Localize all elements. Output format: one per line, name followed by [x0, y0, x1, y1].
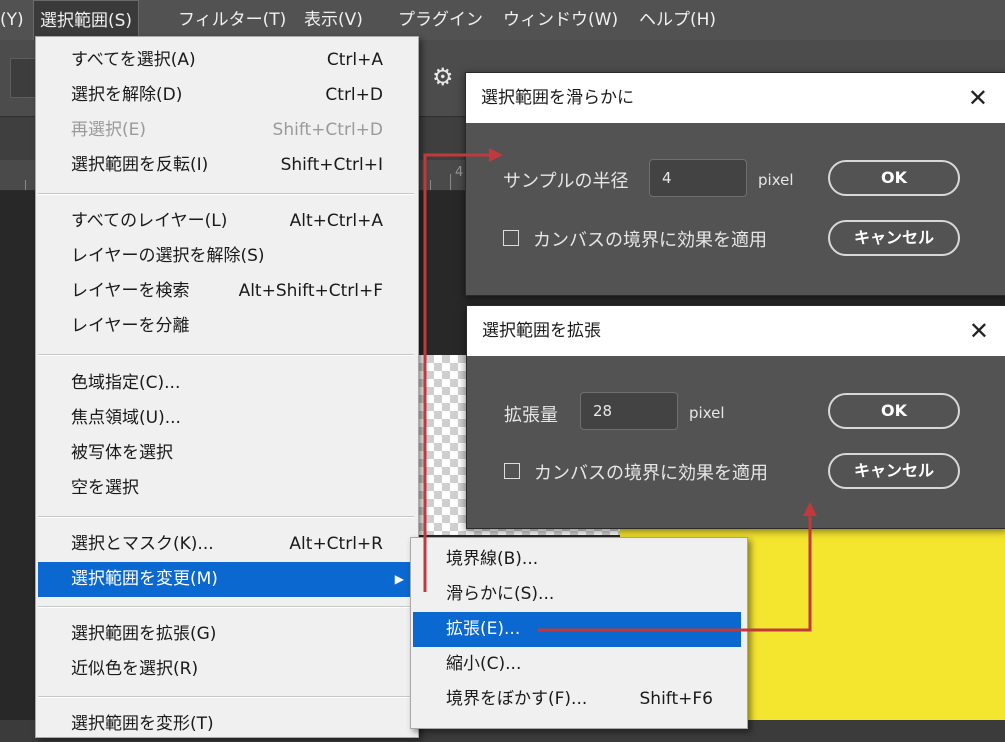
- menu-item-isolate-layers[interactable]: レイヤーを分離: [36, 309, 416, 344]
- menu-filter[interactable]: フィルター(T): [172, 0, 292, 40]
- menu-item-label: 選択範囲を拡張(G): [71, 624, 217, 644]
- menu-item-deselect-layers[interactable]: レイヤーの選択を解除(S): [36, 239, 416, 274]
- menu-item-find-layers[interactable]: レイヤーを検索 Alt+Shift+Ctrl+F: [36, 274, 416, 309]
- menu-select[interactable]: 選択範囲(S): [33, 0, 140, 40]
- menu-separator: [38, 516, 414, 518]
- menu-item-label: すべてを選択(A): [71, 50, 196, 70]
- menu-item-label: 境界をぼかす(F)...: [446, 689, 588, 709]
- menu-item-similar[interactable]: 近似色を選択(R): [36, 652, 416, 687]
- menu-item-label: レイヤーの選択を解除(S): [71, 246, 265, 266]
- menu-item-deselect[interactable]: 選択を解除(D) Ctrl+D: [36, 78, 416, 113]
- menu-item-label: 選択とマスク(K)...: [71, 534, 214, 554]
- select-menu: すべてを選択(A) Ctrl+A 選択を解除(D) Ctrl+D 再選択(E) Shi…: [35, 36, 419, 738]
- menu-item-shortcut: Ctrl+A: [326, 50, 383, 70]
- menu-item-select-sky[interactable]: 空を選択: [36, 471, 416, 506]
- ruler-label: 4: [455, 165, 464, 180]
- ok-button[interactable]: OK: [828, 393, 960, 429]
- menu-item-label: 色域指定(C)...: [71, 373, 181, 393]
- expand-amount-label: 拡張量: [504, 405, 558, 426]
- menu-item-transform-selection[interactable]: 選択範囲を変形(T): [36, 707, 416, 742]
- close-icon[interactable]: ✕: [968, 73, 988, 123]
- ok-button[interactable]: OK: [828, 160, 960, 196]
- menu-item-shortcut: Shift+Ctrl+I: [280, 155, 383, 175]
- menu-item-shortcut: Alt+Ctrl+A: [289, 211, 383, 231]
- dialog-titlebar: 選択範囲を拡張 ✕: [467, 306, 1005, 356]
- menu-bar: (Y) 選択範囲(S) フィルター(T) 表示(V) プラグイン ウィンドウ(W…: [0, 0, 1005, 40]
- apply-canvas-bounds-label: カンバスの境界に効果を適用: [534, 463, 768, 484]
- submenu-arrow-icon: ▶: [394, 572, 404, 586]
- menu-item-select-subject[interactable]: 被写体を選択: [36, 436, 416, 471]
- modify-submenu: 境界線(B)... 滑らかに(S)... 拡張(E)... 縮小(C)... 境…: [410, 537, 748, 729]
- menu-separator: [38, 606, 414, 608]
- submenu-item-smooth[interactable]: 滑らかに(S)...: [411, 577, 745, 612]
- expand-selection-dialog: 選択範囲を拡張 ✕ 拡張量 pixel OK カンバスの境界に効果を適用 キャン…: [466, 305, 1005, 529]
- unit-label: pixel: [689, 404, 725, 422]
- gear-icon[interactable]: ⚙: [432, 65, 454, 89]
- menu-item-label: 再選択(E): [71, 120, 147, 140]
- menu-item-grow[interactable]: 選択範囲を拡張(G): [36, 617, 416, 652]
- menu-plugins[interactable]: プラグイン: [392, 0, 489, 40]
- menu-item-reselect: 再選択(E) Shift+Ctrl+D: [36, 113, 416, 148]
- menu-help[interactable]: ヘルプ(H): [633, 0, 722, 40]
- menu-item-label: すべてのレイヤー(L): [71, 211, 228, 231]
- menu-item-label: 拡張(E)...: [446, 619, 521, 639]
- dialog-title: 選択範囲を滑らかに: [481, 88, 634, 108]
- menu-item-label: 滑らかに(S)...: [446, 584, 555, 604]
- menu-item-shortcut: Shift+F6: [639, 689, 713, 709]
- menu-item-select-all[interactable]: すべてを選択(A) Ctrl+A: [36, 43, 416, 78]
- submenu-item-expand[interactable]: 拡張(E)...: [413, 612, 741, 647]
- menu-item-label: 選択を解除(D): [71, 85, 183, 105]
- menu-item-all-layers[interactable]: すべてのレイヤー(L) Alt+Ctrl+A: [36, 204, 416, 239]
- menu-item-label: 選択範囲を変更(M): [71, 569, 218, 589]
- submenu-item-contract[interactable]: 縮小(C)...: [411, 647, 745, 682]
- menu-item-label: 被写体を選択: [71, 443, 173, 463]
- sample-radius-input[interactable]: [649, 159, 747, 197]
- menu-item-shortcut: Alt+Ctrl+R: [289, 534, 383, 554]
- menu-item-label: 境界線(B)...: [446, 549, 539, 569]
- sample-radius-label: サンプルの半径: [503, 171, 629, 192]
- menu-item-modify[interactable]: 選択範囲を変更(M) ▶: [38, 562, 414, 597]
- menu-separator: [38, 696, 414, 698]
- submenu-item-border[interactable]: 境界線(B)...: [411, 542, 745, 577]
- apply-canvas-bounds-checkbox[interactable]: [504, 463, 520, 479]
- menu-item-label: 近似色を選択(R): [71, 659, 199, 679]
- menu-window[interactable]: ウィンドウ(W): [497, 0, 624, 40]
- unit-label: pixel: [758, 171, 794, 189]
- submenu-item-feather[interactable]: 境界をぼかす(F)... Shift+F6: [411, 682, 745, 717]
- menu-item-shortcut: Alt+Shift+Ctrl+F: [238, 281, 383, 301]
- menu-item-label: 縮小(C)...: [446, 654, 522, 674]
- menu-image[interactable]: (Y): [0, 0, 30, 40]
- close-icon[interactable]: ✕: [969, 306, 989, 356]
- menu-item-color-range[interactable]: 色域指定(C)...: [36, 366, 416, 401]
- menu-view[interactable]: 表示(V): [298, 0, 369, 40]
- menu-item-label: 選択範囲を反転(I): [71, 155, 209, 175]
- menu-item-inverse[interactable]: 選択範囲を反転(I) Shift+Ctrl+I: [36, 148, 416, 183]
- menu-item-shortcut: Shift+Ctrl+D: [272, 120, 383, 140]
- menu-item-label: 選択範囲を変形(T): [71, 714, 214, 734]
- menu-separator: [38, 354, 414, 356]
- dialog-titlebar: 選択範囲を滑らかに ✕: [466, 73, 1005, 123]
- menu-item-focus-area[interactable]: 焦点領域(U)...: [36, 401, 416, 436]
- cancel-button[interactable]: キャンセル: [828, 220, 960, 256]
- menu-separator: [38, 193, 414, 195]
- menu-item-label: レイヤーを分離: [71, 316, 190, 336]
- expand-amount-input[interactable]: [580, 392, 678, 430]
- smooth-selection-dialog: 選択範囲を滑らかに ✕ サンプルの半径 pixel OK カンバスの境界に効果を…: [465, 72, 1005, 296]
- dialog-title: 選択範囲を拡張: [482, 321, 601, 341]
- apply-canvas-bounds-checkbox[interactable]: [503, 230, 519, 246]
- menu-item-label: レイヤーを検索: [71, 281, 190, 301]
- cancel-button[interactable]: キャンセル: [828, 453, 960, 489]
- menu-item-label: 空を選択: [71, 478, 139, 498]
- menu-item-select-and-mask[interactable]: 選択とマスク(K)... Alt+Ctrl+R: [36, 527, 416, 562]
- apply-canvas-bounds-label: カンバスの境界に効果を適用: [533, 230, 767, 251]
- menu-item-label: 焦点領域(U)...: [71, 408, 181, 428]
- menu-item-shortcut: Ctrl+D: [325, 85, 383, 105]
